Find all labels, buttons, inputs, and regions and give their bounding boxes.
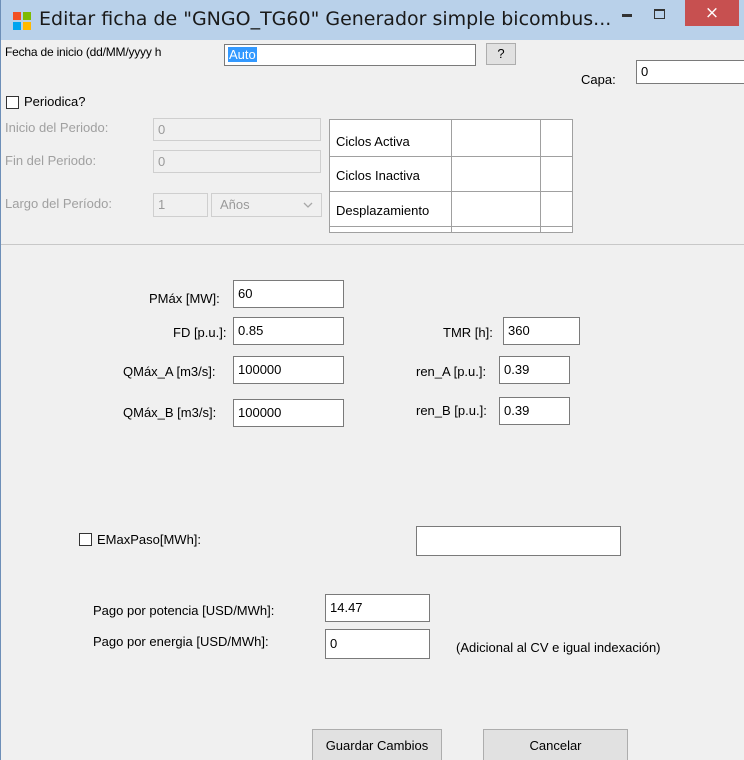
close-button[interactable]: × bbox=[685, 0, 739, 26]
capa-label: Capa: bbox=[581, 72, 616, 87]
close-icon: × bbox=[704, 3, 720, 23]
pago-potencia-input[interactable]: 14.47 bbox=[325, 594, 430, 622]
guardar-cambios-button[interactable]: Guardar Cambios bbox=[312, 729, 442, 760]
qmax-b-input[interactable]: 100000 bbox=[233, 399, 344, 427]
periodica-checkbox[interactable] bbox=[6, 96, 19, 109]
ren-b-label: ren_B [p.u.]: bbox=[416, 403, 487, 418]
window-title: Editar ficha de "GNGO_TG60" Generador si… bbox=[39, 8, 612, 30]
qmax-a-input[interactable]: 100000 bbox=[233, 356, 344, 384]
fd-label: FD [p.u.]: bbox=[173, 325, 227, 340]
fin-periodo-label: Fin del Periodo: bbox=[5, 153, 97, 168]
grid-row-ciclos-inactiva: Ciclos Inactiva bbox=[336, 168, 420, 183]
fin-periodo-input[interactable]: 0 bbox=[153, 150, 321, 173]
emax-input[interactable] bbox=[416, 526, 621, 556]
emax-label: EMaxPaso[MWh]: bbox=[97, 532, 202, 547]
pmax-input[interactable]: 60 bbox=[233, 280, 344, 308]
fecha-inicio-value: Auto bbox=[228, 47, 257, 62]
pago-energia-note: (Adicional al CV e igual indexación) bbox=[456, 640, 661, 655]
pago-energia-label: Pago por energia [USD/MWh]: bbox=[93, 634, 269, 649]
cancelar-button[interactable]: Cancelar bbox=[483, 729, 628, 760]
qmax-a-label: QMáx_A [m3/s]: bbox=[123, 364, 216, 379]
chevron-down-icon bbox=[303, 202, 313, 208]
minimize-icon bbox=[622, 14, 632, 17]
minimize-button[interactable] bbox=[613, 4, 643, 26]
periodica-label: Periodica? bbox=[24, 94, 86, 109]
qmax-b-label: QMáx_B [m3/s]: bbox=[123, 405, 217, 420]
pago-potencia-label: Pago por potencia [USD/MWh]: bbox=[93, 603, 275, 618]
ren-a-label: ren_A [p.u.]: bbox=[416, 364, 487, 379]
fd-input[interactable]: 0.85 bbox=[233, 317, 344, 345]
emax-checkbox[interactable] bbox=[79, 533, 92, 546]
fecha-inicio-input[interactable]: Auto bbox=[224, 44, 476, 66]
inicio-periodo-label: Inicio del Periodo: bbox=[5, 120, 109, 135]
tmr-label: TMR [h]: bbox=[443, 325, 493, 340]
app-icon bbox=[13, 12, 31, 30]
maximize-icon bbox=[654, 9, 665, 19]
section-divider bbox=[1, 244, 744, 245]
grid-row-ciclos-activa: Ciclos Activa bbox=[336, 134, 410, 149]
largo-periodo-input[interactable]: 1 bbox=[153, 193, 208, 217]
maximize-button[interactable] bbox=[644, 4, 674, 26]
title-bar[interactable]: Editar ficha de "GNGO_TG60" Generador si… bbox=[1, 0, 744, 40]
ren-a-input[interactable]: 0.39 bbox=[499, 356, 570, 384]
pmax-label: PMáx [MW]: bbox=[149, 291, 220, 306]
editar-ficha-window: Editar ficha de "GNGO_TG60" Generador si… bbox=[0, 0, 744, 760]
ciclos-grid[interactable]: Ciclos Activa Ciclos Inactiva Desplazami… bbox=[329, 119, 573, 233]
capa-input[interactable]: 0 bbox=[636, 60, 744, 84]
unidad-periodo-value: Años bbox=[220, 197, 250, 212]
grid-cell-desplazamiento-value[interactable] bbox=[452, 192, 540, 226]
unidad-periodo-select[interactable]: Años bbox=[211, 193, 322, 217]
ren-b-input[interactable]: 0.39 bbox=[499, 397, 570, 425]
grid-row-desplazamiento: Desplazamiento bbox=[336, 203, 430, 218]
tmr-input[interactable]: 360 bbox=[503, 317, 580, 345]
grid-cell-inactiva-value[interactable] bbox=[452, 157, 540, 191]
fecha-inicio-label: Fecha de inicio (dd/MM/yyyy h bbox=[5, 45, 162, 59]
grid-cell-activa-value[interactable] bbox=[452, 121, 540, 156]
pago-energia-input[interactable]: 0 bbox=[325, 629, 430, 659]
inicio-periodo-input[interactable]: 0 bbox=[153, 118, 321, 141]
fecha-help-button[interactable]: ? bbox=[486, 43, 516, 65]
largo-periodo-label: Largo del Período: bbox=[5, 196, 112, 211]
